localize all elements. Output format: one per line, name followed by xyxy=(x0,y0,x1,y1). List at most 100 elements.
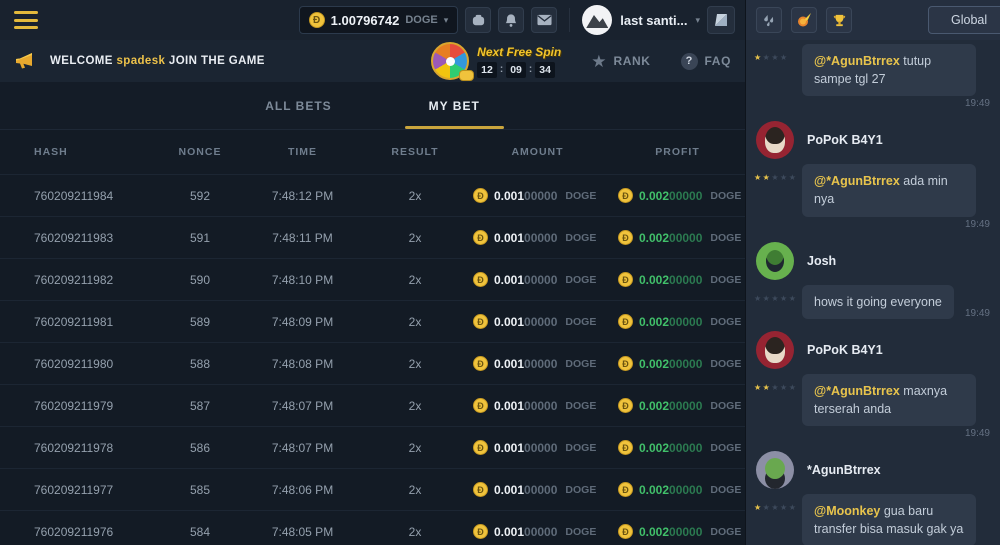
balance-currency: DOGE xyxy=(405,14,437,26)
faq-label: FAQ xyxy=(705,54,731,68)
bet-profit: Ð0.00200000DOGE xyxy=(610,524,745,539)
doge-coin-icon: Ð xyxy=(473,398,488,413)
avatar[interactable] xyxy=(756,121,794,159)
chat-username[interactable]: *AgunBtrrex xyxy=(807,463,881,477)
bet-profit: Ð0.00200000DOGE xyxy=(610,440,745,455)
chat-username[interactable]: PoPoK B4Y1 xyxy=(807,133,883,147)
bet-nonce: 590 xyxy=(160,273,240,287)
welcome-banner: WELCOME spadesk JOIN THE GAME Next Free … xyxy=(0,40,745,82)
table-row[interactable]: 760209211981 589 7:48:09 PM 2x Ð0.001000… xyxy=(0,300,745,342)
doge-coin-icon: Ð xyxy=(309,12,325,28)
doge-coin-icon: Ð xyxy=(473,440,488,455)
megaphone-icon xyxy=(14,52,36,70)
free-spin-label: Next Free Spin xyxy=(477,45,561,59)
welcome-username: spadesk xyxy=(116,55,165,67)
messages-button[interactable] xyxy=(531,7,557,33)
bet-result: 2x xyxy=(365,315,465,329)
mention-link[interactable]: @*AgunBtrrex xyxy=(814,54,900,68)
bet-time: 7:48:05 PM xyxy=(240,525,365,539)
faq-link[interactable]: ? FAQ xyxy=(681,53,731,70)
bet-profit: Ð0.00200000DOGE xyxy=(610,230,745,245)
timer-seconds: 34 xyxy=(535,62,555,78)
bet-hash: 760209211978 xyxy=(0,441,160,455)
hamburger-menu-icon[interactable] xyxy=(14,11,38,29)
header-result: RESULT xyxy=(365,146,465,158)
mention-link[interactable]: @*AgunBtrrex xyxy=(814,174,900,188)
chat-panel-icon xyxy=(713,12,729,28)
bet-time: 7:48:10 PM xyxy=(240,273,365,287)
main-panel: Ð 1.00796742 DOGE ▾ last santi... ▾ xyxy=(0,0,745,545)
user-rating-stars: ★★★★ xyxy=(754,44,802,62)
global-channel-button[interactable]: Global xyxy=(928,6,1000,34)
doge-coin-icon: Ð xyxy=(618,272,633,287)
message-bubble: @Moonkey gua baru transfer bisa masuk ga… xyxy=(802,494,976,545)
bell-icon xyxy=(504,13,518,28)
table-row[interactable]: 760209211976 584 7:48:05 PM 2x Ð0.001000… xyxy=(0,510,745,545)
bet-nonce: 584 xyxy=(160,525,240,539)
bet-nonce: 587 xyxy=(160,399,240,413)
bet-nonce: 585 xyxy=(160,483,240,497)
tab-my-bet[interactable]: MY BET xyxy=(423,82,486,129)
bet-hash: 760209211983 xyxy=(0,231,160,245)
table-row[interactable]: 760209211980 588 7:48:08 PM 2x Ð0.001000… xyxy=(0,342,745,384)
chat-panel: Global ★★★★ @*AgunBtrrex tutup sampe tgl… xyxy=(745,0,1000,545)
user-avatar xyxy=(582,5,612,35)
table-row[interactable]: 760209211979 587 7:48:07 PM 2x Ð0.001000… xyxy=(0,384,745,426)
bet-result: 2x xyxy=(365,273,465,287)
bet-nonce: 592 xyxy=(160,189,240,203)
fireball-button[interactable] xyxy=(791,7,817,33)
mention-link[interactable]: @Moonkey xyxy=(814,504,880,518)
message-bubble: hows it going everyone xyxy=(802,285,954,319)
doge-coin-icon: Ð xyxy=(618,482,633,497)
doge-coin-icon: Ð xyxy=(618,230,633,245)
bet-result: 2x xyxy=(365,483,465,497)
doge-coin-icon: Ð xyxy=(618,440,633,455)
bet-amount: Ð0.00100000DOGE xyxy=(465,314,610,329)
user-rating-stars: ★★★★★ xyxy=(754,285,802,303)
bet-profit: Ð0.00200000DOGE xyxy=(610,188,745,203)
header-profit: PROFIT xyxy=(610,146,745,158)
table-row[interactable]: 760209211978 586 7:48:07 PM 2x Ð0.001000… xyxy=(0,426,745,468)
balance-selector[interactable]: Ð 1.00796742 DOGE ▾ xyxy=(299,6,459,34)
avatar[interactable] xyxy=(756,242,794,280)
bet-profit: Ð0.00200000DOGE xyxy=(610,482,745,497)
avatar[interactable] xyxy=(756,451,794,489)
doge-coin-icon: Ð xyxy=(473,356,488,371)
free-spin-widget[interactable]: Next Free Spin 12 : 09 : 34 xyxy=(431,42,561,80)
bet-time: 7:48:11 PM xyxy=(240,231,365,245)
doge-coin-icon: Ð xyxy=(618,398,633,413)
vault-button[interactable] xyxy=(465,7,491,33)
chat-message: PoPoK B4Y1 ★★★★★ @*AgunBtrrex maxnya ter… xyxy=(754,326,992,439)
notifications-button[interactable] xyxy=(498,7,524,33)
bet-result: 2x xyxy=(365,525,465,539)
table-row[interactable]: 760209211977 585 7:48:06 PM 2x Ð0.001000… xyxy=(0,468,745,510)
rank-link[interactable]: ★ RANK xyxy=(591,53,650,70)
chat-message: *AgunBtrrex ★★★★★ @Moonkey gua baru tran… xyxy=(754,446,992,545)
avatar[interactable] xyxy=(756,331,794,369)
rain-icon xyxy=(762,13,777,28)
trophy-button[interactable] xyxy=(826,7,852,33)
rain-button[interactable] xyxy=(756,7,782,33)
doge-coin-icon: Ð xyxy=(618,188,633,203)
doge-coin-icon: Ð xyxy=(473,188,488,203)
bet-hash: 760209211979 xyxy=(0,399,160,413)
bet-time: 7:48:06 PM xyxy=(240,483,365,497)
user-menu[interactable]: last santi... ▾ xyxy=(582,5,700,35)
welcome-message: WELCOME spadesk JOIN THE GAME xyxy=(50,55,265,67)
bet-amount: Ð0.00100000DOGE xyxy=(465,272,610,287)
mention-link[interactable]: @*AgunBtrrex xyxy=(814,384,900,398)
bet-nonce: 588 xyxy=(160,357,240,371)
chat-toggle-button[interactable] xyxy=(707,6,735,34)
table-row[interactable]: 760209211984 592 7:48:12 PM 2x Ð0.001000… xyxy=(0,174,745,216)
chat-username[interactable]: Josh xyxy=(807,254,836,268)
chat-username[interactable]: PoPoK B4Y1 xyxy=(807,343,883,357)
bet-profit: Ð0.00200000DOGE xyxy=(610,356,745,371)
bet-nonce: 589 xyxy=(160,315,240,329)
table-row[interactable]: 760209211983 591 7:48:11 PM 2x Ð0.001000… xyxy=(0,216,745,258)
table-row[interactable]: 760209211982 590 7:48:10 PM 2x Ð0.001000… xyxy=(0,258,745,300)
fireball-icon xyxy=(796,12,812,28)
rank-label: RANK xyxy=(613,54,650,68)
tab-all-bets[interactable]: ALL BETS xyxy=(259,82,337,129)
bet-amount: Ð0.00100000DOGE xyxy=(465,398,610,413)
bet-amount: Ð0.00100000DOGE xyxy=(465,482,610,497)
